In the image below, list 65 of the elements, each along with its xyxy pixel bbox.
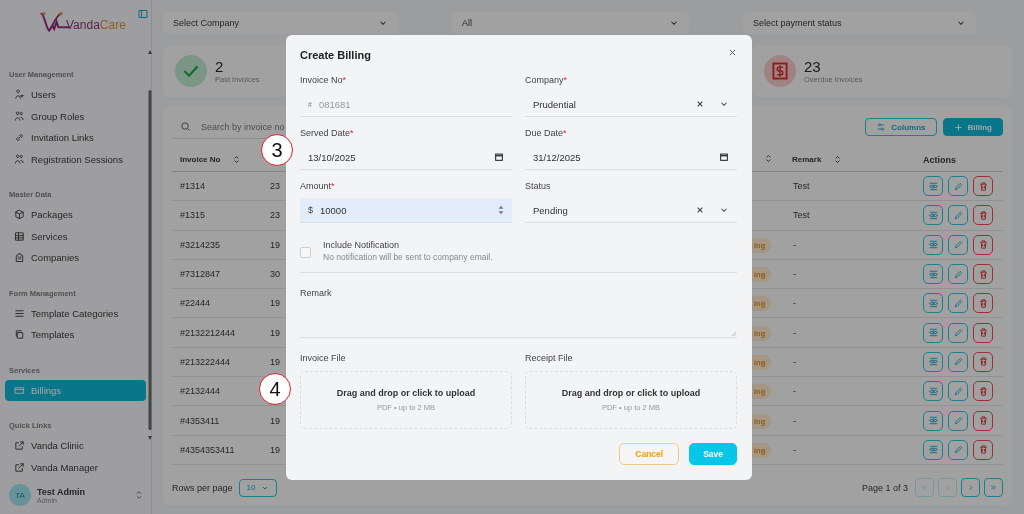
nav-label: Vanda Manager xyxy=(31,461,98,473)
table-cell: 19 xyxy=(270,444,280,455)
table-cell: #1314 xyxy=(180,181,206,192)
table-cell: #2132444 xyxy=(180,386,221,397)
table-cell: 19 xyxy=(270,356,280,367)
table-cell: #4353411 xyxy=(180,415,220,426)
nav-label: Vanda Clinic xyxy=(31,440,84,452)
table-cell: #4354353411 xyxy=(180,444,235,455)
table-cell: - xyxy=(793,444,796,455)
table-cell: 19 xyxy=(270,327,280,338)
upload-prompt: Drag and drop or click to upload xyxy=(336,388,476,398)
column-header: Actions xyxy=(923,154,956,165)
table-cell: #1315 xyxy=(180,210,206,221)
user-name: Test Admin xyxy=(37,486,86,497)
table-cell: 23 xyxy=(270,181,280,192)
field-label: Invoice File xyxy=(300,352,347,364)
table-cell: #2132212444 xyxy=(180,327,236,338)
table-cell: Test xyxy=(793,181,810,192)
table-cell: 19 xyxy=(270,298,280,309)
rows-per-page-label: Rows per page xyxy=(172,482,233,493)
nav-label: Registration Sessions xyxy=(31,153,123,165)
field-label: Invoice No* xyxy=(300,74,348,86)
logo-text: VandaCare xyxy=(66,18,126,32)
upload-prompt: Drag and drop or click to upload xyxy=(561,388,701,398)
nav-label: Group Roles xyxy=(31,110,85,122)
field-label: Amount* xyxy=(300,180,336,192)
table-cell: #3214235 xyxy=(180,239,221,250)
field-label: Receipt File xyxy=(525,352,574,364)
field-label: Status xyxy=(525,180,552,192)
nav-label: Users xyxy=(31,89,56,101)
table-cell: - xyxy=(793,239,796,250)
table-cell: 23 xyxy=(270,210,280,221)
table-cell: 30 xyxy=(270,269,280,280)
table-cell: 19 xyxy=(270,239,280,250)
table-cell: Test xyxy=(793,210,810,221)
stat-value: 23 xyxy=(804,58,822,75)
stat-value: 2 xyxy=(215,58,225,75)
nav-label: Billings xyxy=(31,384,62,396)
field-label: Served Date* xyxy=(300,127,355,139)
table-cell: 19 xyxy=(270,415,280,426)
table-cell: - xyxy=(793,327,796,338)
nav-label: Template Categories xyxy=(31,307,119,319)
column-header: Remark xyxy=(792,155,822,164)
table-cell: - xyxy=(793,415,796,426)
checkbox-label: Include Notification xyxy=(323,240,401,250)
table-cell: - xyxy=(793,298,796,309)
column-header: Invoice No xyxy=(180,155,221,164)
nav-label: Services xyxy=(31,230,68,242)
nav-label: Packages xyxy=(31,209,73,221)
nav-label: Invitation Links xyxy=(31,132,94,144)
nav-label: Companies xyxy=(31,252,80,264)
table-cell: - xyxy=(793,269,796,280)
field-label: Company* xyxy=(525,74,569,86)
table-cell: #7312847 xyxy=(180,269,221,280)
checkbox-hint: No notification will be sent to company email. xyxy=(323,252,493,262)
table-cell: - xyxy=(793,386,796,397)
table-cell: #213222444 xyxy=(180,356,231,367)
page-info: Page 1 of 3 xyxy=(861,482,908,493)
table-cell: #22444 xyxy=(180,298,211,309)
table-cell: - xyxy=(793,356,796,367)
user-avatar: TA xyxy=(9,484,31,506)
nav-label: Templates xyxy=(31,329,75,341)
field-label: Remark xyxy=(300,287,333,299)
field-label: Due Date* xyxy=(525,127,568,139)
dialog-title: Create Billing xyxy=(300,48,371,62)
